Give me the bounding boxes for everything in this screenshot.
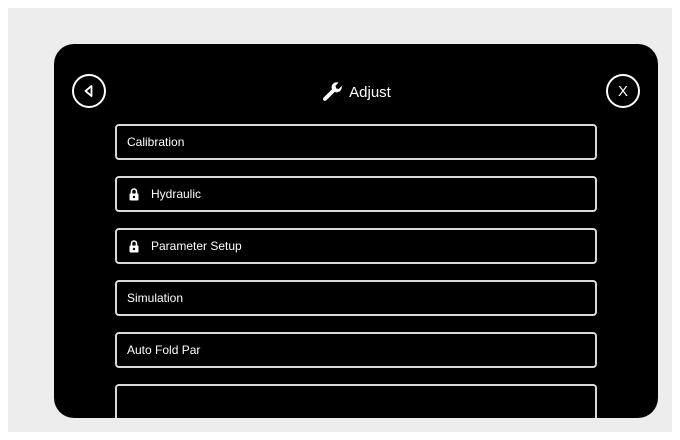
close-icon: X bbox=[617, 82, 628, 100]
menu-item-calibration[interactable]: Calibration bbox=[115, 124, 597, 160]
menu-item-label: Parameter Setup bbox=[151, 239, 242, 253]
menu-item-parameter-setup[interactable]: Parameter Setup bbox=[115, 228, 597, 264]
close-button[interactable]: X bbox=[606, 74, 640, 108]
menu-item-label: Hydraulic bbox=[151, 187, 202, 201]
menu-item-auto-fold-par[interactable]: Auto Fold Par bbox=[115, 332, 597, 368]
adjust-panel: Adjust X Calibration Hydraulic Parameter… bbox=[54, 44, 658, 418]
menu-item-hydraulic[interactable]: Hydraulic bbox=[115, 176, 597, 212]
page-title: Adjust bbox=[349, 83, 391, 101]
menu-item-label: Auto Fold Par bbox=[127, 343, 201, 357]
lock-icon bbox=[129, 239, 139, 253]
menu-item-label: Simulation bbox=[127, 291, 184, 305]
page-title-bar: Adjust bbox=[54, 80, 658, 104]
menu-item-partial[interactable] bbox=[115, 384, 597, 418]
lock-icon bbox=[129, 187, 139, 201]
wrench-icon bbox=[323, 82, 342, 101]
menu-item-label: Calibration bbox=[127, 135, 185, 149]
menu-item-simulation[interactable]: Simulation bbox=[115, 280, 597, 316]
screen-background: Adjust X Calibration Hydraulic Parameter… bbox=[8, 8, 672, 432]
